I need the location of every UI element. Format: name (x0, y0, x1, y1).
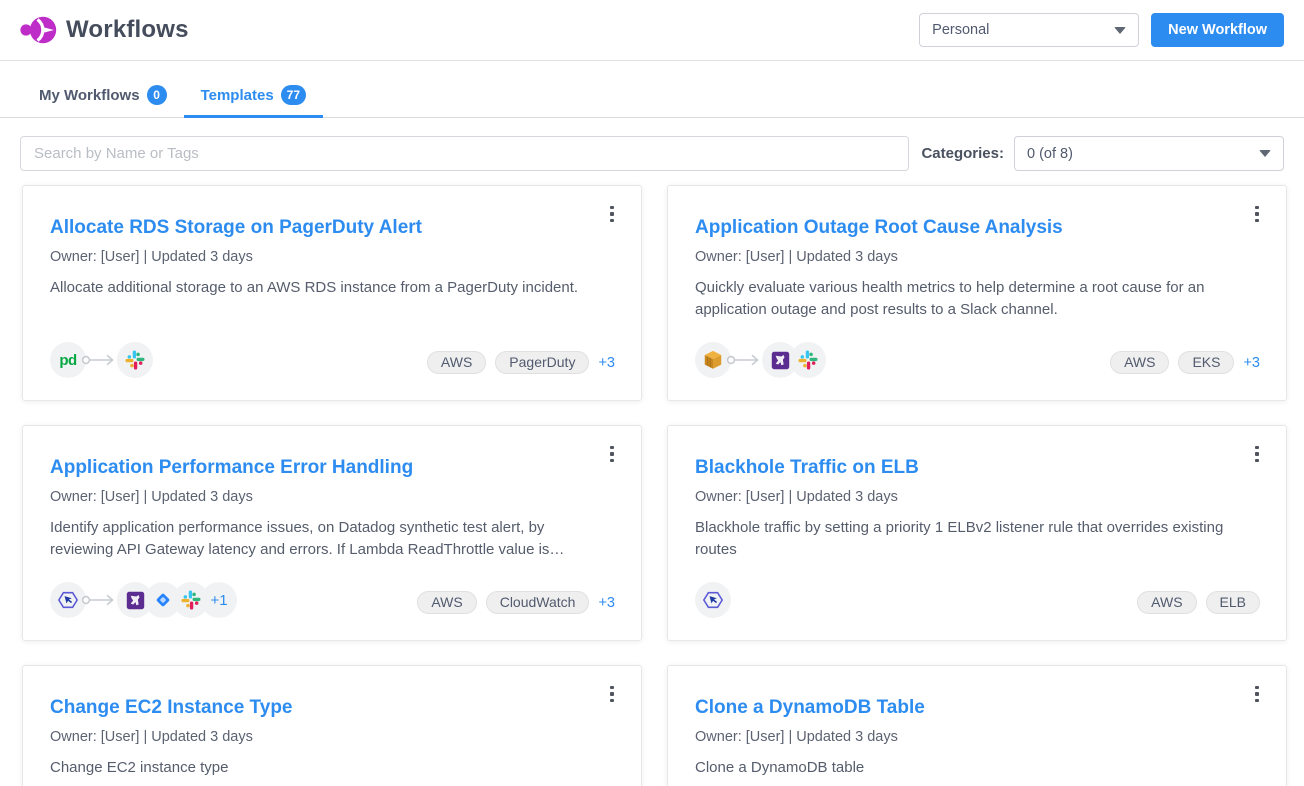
connector-icon-chain (695, 342, 826, 378)
trigger-hexagon-icon-bubble (695, 582, 731, 618)
workflow-description: Allocate additional storage to an AWS RD… (50, 277, 610, 299)
page-title: Workflows (66, 16, 189, 44)
tab-label: My Workflows (39, 87, 140, 104)
tab-count-badge: 0 (147, 85, 167, 105)
workflow-title-link[interactable]: Application Outage Root Cause Analysis (695, 216, 1260, 240)
workflow-title-link[interactable]: Change EC2 Instance Type (50, 696, 615, 720)
card-menu-kebab-icon[interactable] (603, 202, 621, 226)
card-menu-kebab-icon[interactable] (1248, 442, 1266, 466)
workflow-meta: Owner: [User] | Updated 3 days (50, 729, 615, 745)
workflow-title-link[interactable]: Allocate RDS Storage on PagerDuty Alert (50, 216, 615, 240)
workflow-description: Change EC2 instance type (50, 757, 610, 779)
tab-label: Templates (201, 87, 274, 104)
workflow-meta: Owner: [User] | Updated 3 days (695, 729, 1260, 745)
workflow-description: Clone a DynamoDB table (695, 757, 1255, 779)
workflow-description: Identify application performance issues,… (50, 517, 610, 561)
tag-pill: EKS (1178, 351, 1234, 374)
categories-selector[interactable]: 0 (of 8) (1014, 136, 1284, 171)
workflow-card[interactable]: Change EC2 Instance Type Owner: [User] |… (22, 665, 642, 786)
filter-bar: Categories: 0 (of 8) (0, 136, 1304, 171)
workflow-card[interactable]: Allocate RDS Storage on PagerDuty Alert … (22, 185, 642, 401)
tag-pill: AWS (417, 591, 476, 614)
slack-icon-bubble (117, 342, 153, 378)
card-menu-kebab-icon[interactable] (1248, 682, 1266, 706)
workflow-title-link[interactable]: Blackhole Traffic on ELB (695, 456, 1260, 480)
card-menu-kebab-icon[interactable] (603, 682, 621, 706)
workflow-card[interactable]: Application Outage Root Cause Analysis O… (667, 185, 1287, 401)
slack-icon (181, 590, 201, 610)
card-footer: pd AWS PagerDuty +3 (50, 342, 615, 378)
tag-pill: AWS (1137, 591, 1196, 614)
search-input[interactable] (20, 136, 909, 171)
connector-icon-chain: pd (50, 342, 153, 378)
categories-selected-value: 0 (of 8) (1027, 146, 1073, 162)
card-footer: AWS ELB (695, 582, 1260, 618)
workflow-card[interactable]: Application Performance Error Handling O… (22, 425, 642, 641)
workflow-title-link[interactable]: Clone a DynamoDB Table (695, 696, 1260, 720)
tab-my-workflows[interactable]: My Workflows 0 (22, 76, 184, 118)
chevron-down-icon (1114, 27, 1126, 34)
more-tags-count: +3 (598, 595, 615, 611)
icon-overflow-count: +1 (201, 582, 237, 618)
connector-icon-chain: +1 (50, 582, 237, 618)
datadog-icon (771, 351, 790, 370)
tag-list: AWS EKS +3 (1110, 351, 1260, 378)
workflow-title-link[interactable]: Application Performance Error Handling (50, 456, 615, 480)
workflow-card[interactable]: Blackhole Traffic on ELB Owner: [User] |… (667, 425, 1287, 641)
card-menu-kebab-icon[interactable] (603, 442, 621, 466)
pagerduty-icon: pd (59, 352, 76, 369)
app-logo-icon (20, 13, 58, 47)
tag-pill: PagerDuty (495, 351, 589, 374)
tag-pill: AWS (1110, 351, 1169, 374)
card-footer: AWS EKS +3 (695, 342, 1260, 378)
tag-list: AWS ELB (1137, 591, 1260, 618)
flow-arrow-icon (726, 353, 764, 367)
tag-list: AWS CloudWatch +3 (417, 591, 615, 618)
tab-count-badge: 77 (281, 85, 306, 105)
more-tags-count: +3 (598, 355, 615, 371)
trigger-hexagon-icon (57, 589, 79, 611)
workflow-description: Quickly evaluate various health metrics … (695, 277, 1255, 321)
slack-icon (798, 350, 818, 370)
workflow-description: Blackhole traffic by setting a priority … (695, 517, 1255, 561)
card-menu-kebab-icon[interactable] (1248, 202, 1266, 226)
workflow-meta: Owner: [User] | Updated 3 days (50, 249, 615, 265)
connector-icon-chain (695, 582, 731, 618)
aws-icon (702, 349, 724, 371)
jira-icon (153, 590, 173, 610)
datadog-icon (126, 591, 145, 610)
flow-arrow-icon (81, 593, 119, 607)
workflow-meta: Owner: [User] | Updated 3 days (695, 489, 1260, 505)
tag-list: AWS PagerDuty +3 (427, 351, 615, 378)
slack-icon (125, 350, 145, 370)
slack-icon-bubble (790, 342, 826, 378)
workspace-selected-value: Personal (932, 22, 989, 38)
tag-pill: ELB (1206, 591, 1260, 614)
workflow-meta: Owner: [User] | Updated 3 days (695, 249, 1260, 265)
new-workflow-button[interactable]: New Workflow (1151, 13, 1284, 47)
tab-templates[interactable]: Templates 77 (184, 76, 323, 118)
tag-pill: CloudWatch (486, 591, 590, 614)
card-footer: +1 AWS CloudWatch +3 (50, 582, 615, 618)
workspace-selector[interactable]: Personal (919, 13, 1139, 47)
trigger-hexagon-icon (702, 589, 724, 611)
categories-label: Categories: (921, 145, 1004, 162)
app-header: Workflows Personal New Workflow (0, 0, 1304, 61)
tab-bar: My Workflows 0 Templates 77 (0, 76, 1304, 118)
flow-arrow-icon (81, 353, 119, 367)
workflow-card-grid: Allocate RDS Storage on PagerDuty Alert … (0, 185, 1304, 786)
workflow-card[interactable]: Clone a DynamoDB Table Owner: [User] | U… (667, 665, 1287, 786)
more-tags-count: +3 (1243, 355, 1260, 371)
tag-pill: AWS (427, 351, 486, 374)
chevron-down-icon (1259, 150, 1271, 157)
workflow-meta: Owner: [User] | Updated 3 days (50, 489, 615, 505)
